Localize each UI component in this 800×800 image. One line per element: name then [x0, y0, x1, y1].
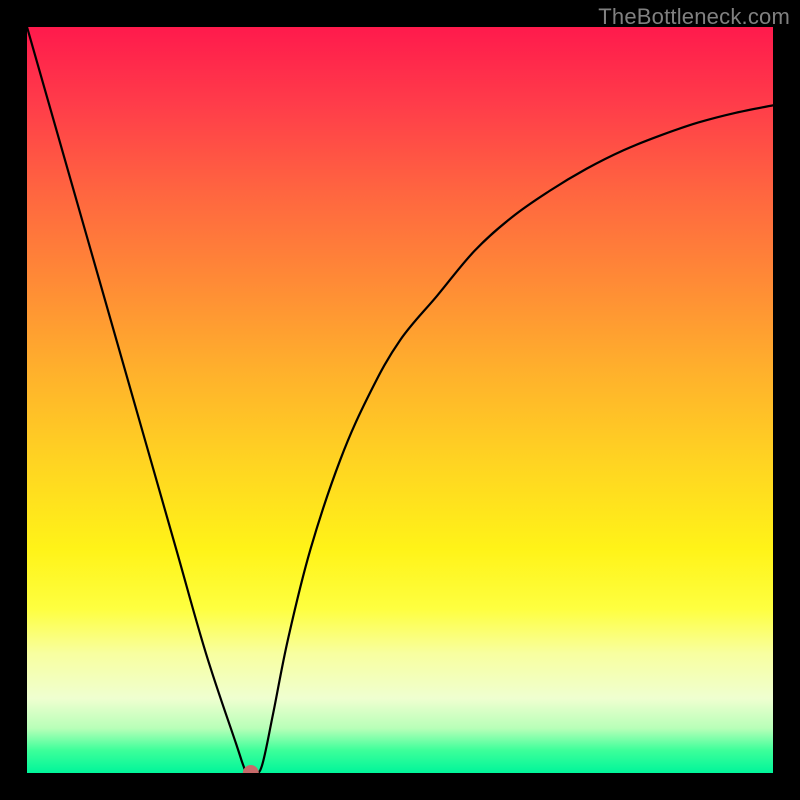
optimal-point-marker — [243, 765, 259, 773]
watermark-text: TheBottleneck.com — [598, 4, 790, 30]
chart-frame: TheBottleneck.com — [0, 0, 800, 800]
plot-area — [27, 27, 773, 773]
bottleneck-curve — [27, 27, 773, 773]
chart-svg — [27, 27, 773, 773]
